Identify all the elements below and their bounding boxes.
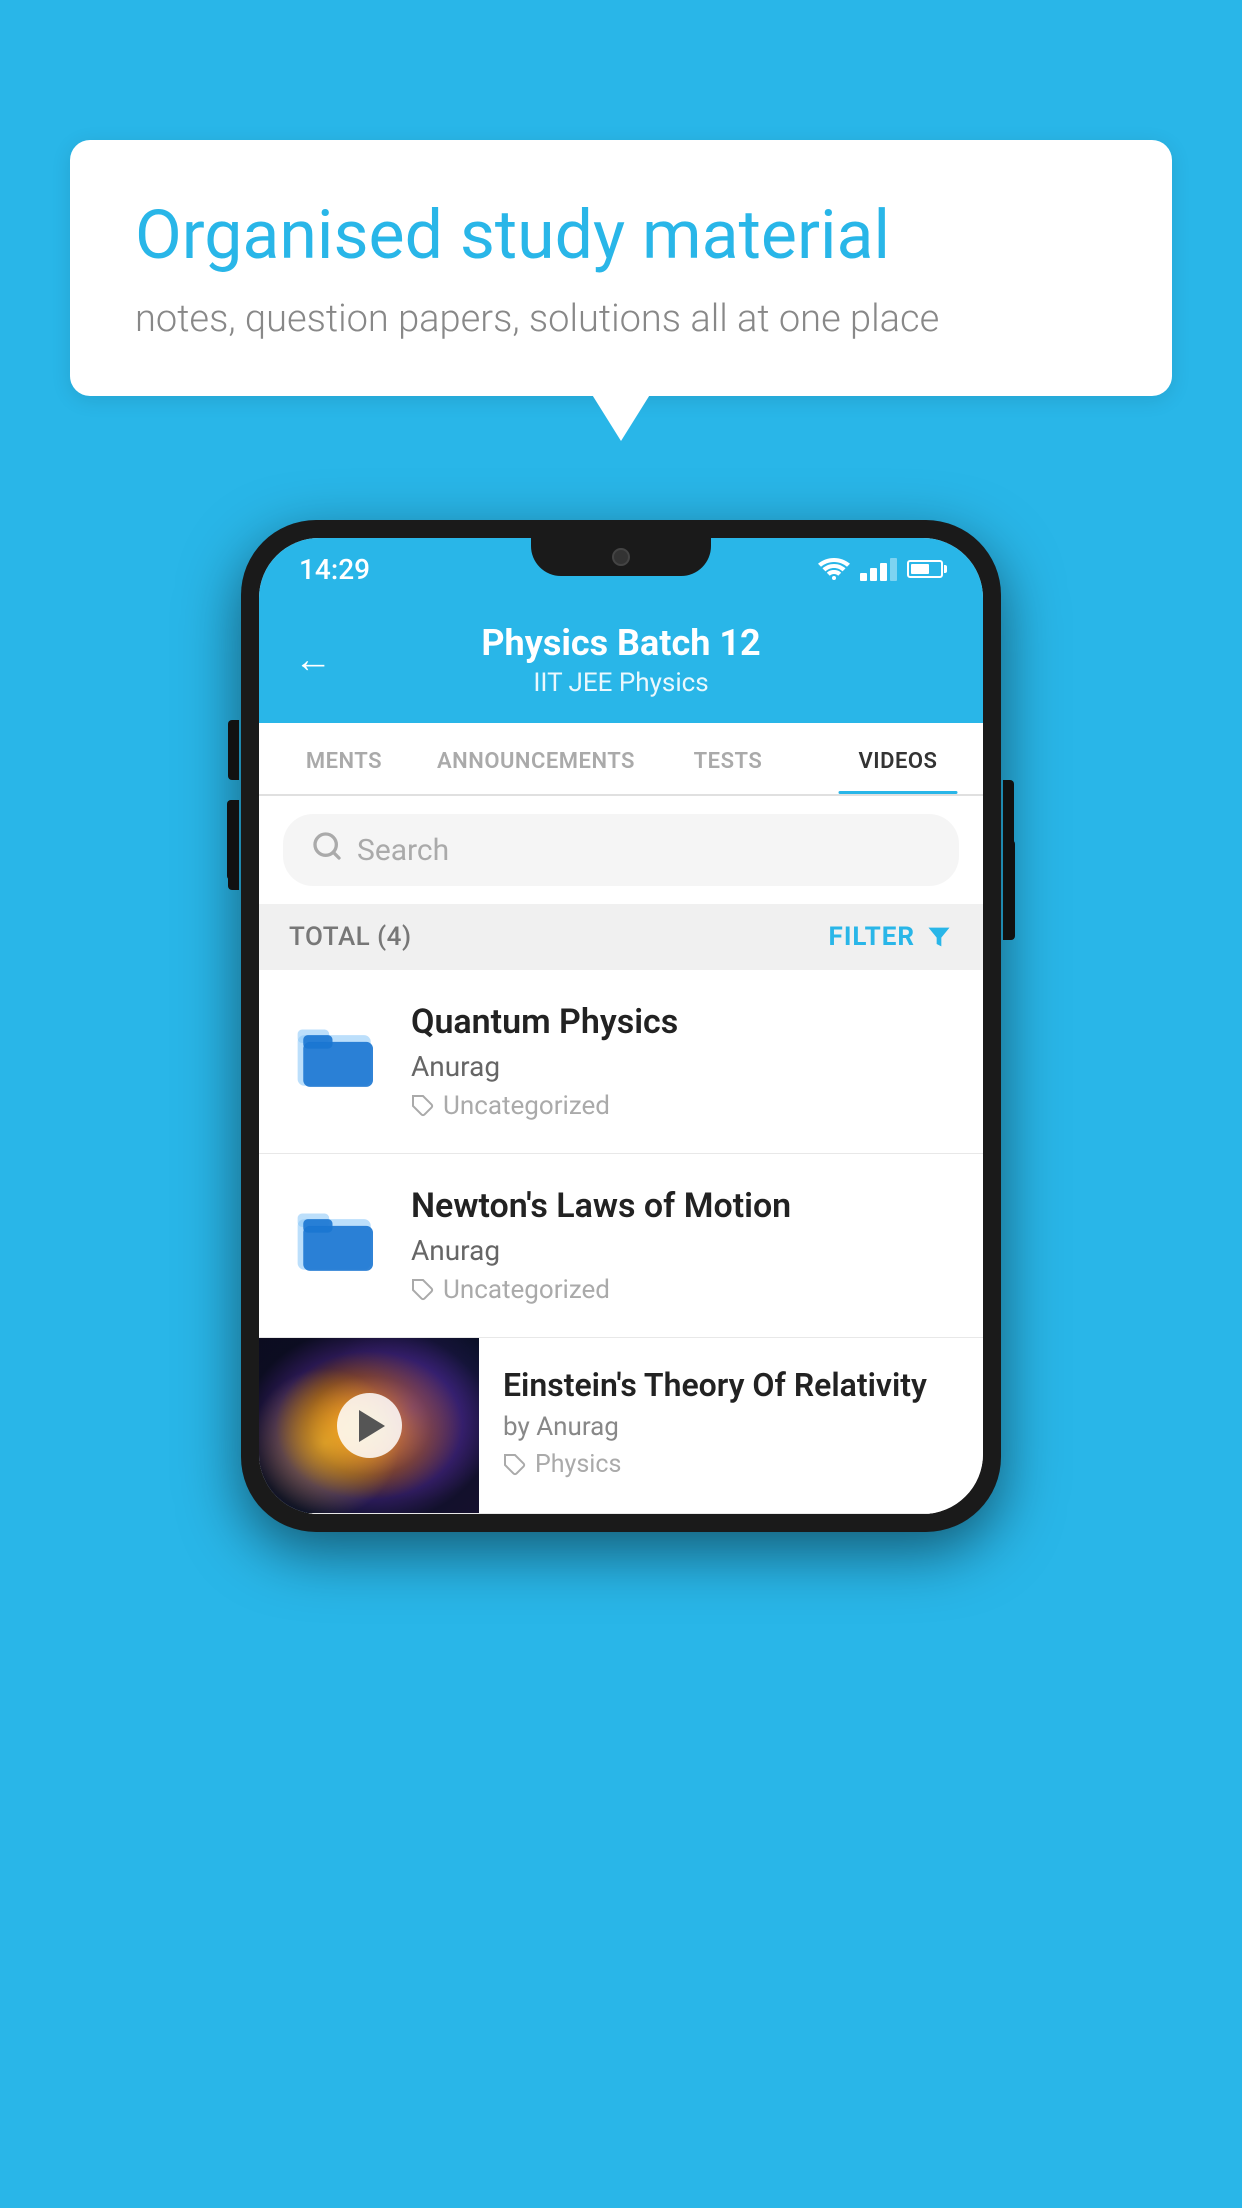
search-container: Search (259, 796, 983, 904)
speech-bubble-section: Organised study material notes, question… (70, 140, 1172, 396)
front-camera (612, 548, 630, 566)
phone-mockup: 14:29 (241, 520, 1001, 1532)
tag-text: Uncategorized (443, 1275, 610, 1305)
video-tag: Uncategorized (411, 1275, 955, 1305)
signal-icon (860, 558, 897, 581)
video-info-einstein: Einstein's Theory Of Relativity by Anura… (479, 1338, 983, 1507)
tabs-bar: MENTS ANNOUNCEMENTS TESTS VIDEOS (259, 723, 983, 796)
folder-icon-newton (287, 1186, 387, 1286)
video-list: Quantum Physics Anurag Uncategorized (259, 970, 983, 1514)
tag-icon (411, 1278, 435, 1302)
total-count: TOTAL (4) (289, 922, 412, 952)
status-time: 14:29 (299, 553, 370, 586)
video-author: Anurag (411, 1234, 955, 1267)
tag-icon (503, 1453, 527, 1477)
status-icons (818, 558, 943, 581)
phone-screen: 14:29 (259, 538, 983, 1514)
tab-announcements[interactable]: ANNOUNCEMENTS (429, 723, 643, 794)
phone-notch (531, 538, 711, 576)
play-button[interactable] (337, 1393, 402, 1458)
battery-icon (907, 560, 943, 578)
video-author: Anurag (411, 1050, 955, 1083)
search-icon (311, 830, 343, 870)
battery-fill (911, 564, 929, 574)
video-title: Newton's Laws of Motion (411, 1186, 955, 1226)
speech-bubble-subtitle: notes, question papers, solutions all at… (135, 297, 1107, 341)
speech-bubble-title: Organised study material (135, 195, 1107, 277)
video-tag: Physics (503, 1450, 959, 1479)
video-info-newton: Newton's Laws of Motion Anurag Uncategor… (411, 1186, 955, 1305)
tag-text: Uncategorized (443, 1091, 610, 1121)
video-thumbnail-einstein (259, 1338, 479, 1513)
tab-tests[interactable]: TESTS (643, 723, 813, 794)
filter-icon (925, 923, 953, 951)
filter-label: FILTER (829, 922, 915, 952)
search-input[interactable]: Search (357, 833, 449, 868)
back-button[interactable]: ← (294, 638, 332, 682)
wifi-icon (818, 558, 850, 580)
page-subtitle: IIT JEE Physics (352, 668, 890, 698)
video-tag: Uncategorized (411, 1091, 955, 1121)
video-info-quantum: Quantum Physics Anurag Uncategorized (411, 1002, 955, 1121)
list-item[interactable]: Einstein's Theory Of Relativity by Anura… (259, 1338, 983, 1514)
list-item[interactable]: Newton's Laws of Motion Anurag Uncategor… (259, 1154, 983, 1338)
speech-bubble: Organised study material notes, question… (70, 140, 1172, 396)
phone-outer: 14:29 (241, 520, 1001, 1532)
filter-row: TOTAL (4) FILTER (259, 904, 983, 970)
video-title: Einstein's Theory Of Relativity (503, 1366, 959, 1404)
tag-text: Physics (535, 1450, 621, 1479)
list-item[interactable]: Quantum Physics Anurag Uncategorized (259, 970, 983, 1154)
tab-videos[interactable]: VIDEOS (813, 723, 983, 794)
tab-ments[interactable]: MENTS (259, 723, 429, 794)
header-title-group: Physics Batch 12 IIT JEE Physics (352, 622, 890, 698)
video-author: by Anurag (503, 1412, 959, 1442)
video-title: Quantum Physics (411, 1002, 955, 1042)
page-title: Physics Batch 12 (352, 622, 890, 664)
filter-button[interactable]: FILTER (829, 922, 953, 952)
play-icon (359, 1410, 385, 1442)
search-bar[interactable]: Search (283, 814, 959, 886)
tag-icon (411, 1094, 435, 1118)
folder-icon-quantum (287, 1002, 387, 1102)
app-header: ← Physics Batch 12 IIT JEE Physics (259, 600, 983, 723)
